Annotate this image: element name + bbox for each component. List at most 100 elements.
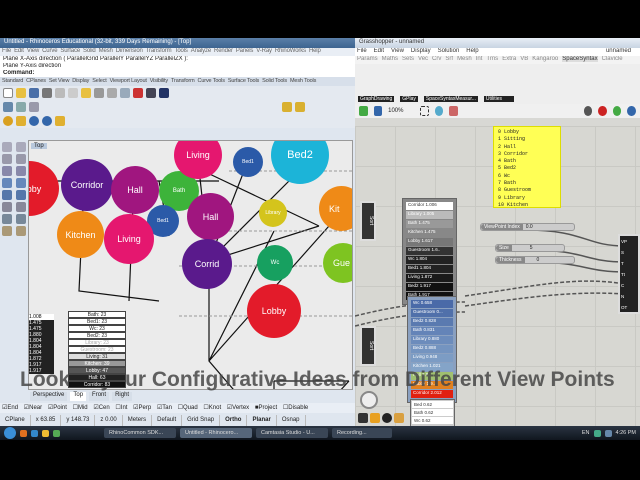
menu-mesh[interactable]: Mesh xyxy=(99,48,113,54)
tab-surface-tools[interactable]: Surface Tools xyxy=(228,78,259,84)
zoom-extents-icon[interactable] xyxy=(419,106,429,116)
sphere-icon[interactable] xyxy=(159,88,169,98)
surface-icon[interactable] xyxy=(2,178,12,188)
quicklaunch-icon[interactable] xyxy=(31,429,38,437)
menu-solid[interactable]: Solid xyxy=(83,48,96,54)
check-icon[interactable] xyxy=(16,226,26,236)
circle-icon[interactable] xyxy=(2,166,12,176)
light-icon[interactable] xyxy=(282,102,292,112)
move-icon[interactable] xyxy=(2,202,12,212)
help-icon[interactable] xyxy=(627,106,637,116)
vray-material-icon[interactable] xyxy=(16,116,26,126)
input-port[interactable]: VP xyxy=(621,236,638,247)
tab-viewport-layout[interactable]: Viewport Layout xyxy=(110,78,147,84)
gh-menu-file[interactable]: File xyxy=(357,48,367,54)
gh-tab[interactable]: Maths xyxy=(382,56,398,62)
taskbar-item-active[interactable]: Untitled - Rhinocero... xyxy=(180,428,252,438)
start-button-icon[interactable] xyxy=(4,427,16,439)
bubble-bed1-2[interactable]: Bed1 xyxy=(233,147,263,177)
paste-icon[interactable] xyxy=(81,88,91,98)
gh-tab[interactable]: Srf xyxy=(445,56,453,62)
command-prompt[interactable]: Command: xyxy=(0,70,355,77)
taskbar-item[interactable]: RhinoCommon SDK... xyxy=(104,428,176,438)
osnap-tan[interactable]: ☑Tan xyxy=(157,405,172,411)
menu-analyze[interactable]: Analyze xyxy=(191,48,211,54)
input-port[interactable]: S xyxy=(621,247,638,258)
select-icon[interactable] xyxy=(2,142,12,152)
tab-select[interactable]: Select xyxy=(92,78,107,84)
menu-vray[interactable]: V-Ray xyxy=(256,48,272,54)
navigation-dial-icon[interactable] xyxy=(360,391,378,409)
tab-front[interactable]: Front xyxy=(89,392,110,401)
group-gplay[interactable]: GPlay xyxy=(400,96,418,102)
layer-icon[interactable] xyxy=(3,102,13,112)
bubble-living[interactable]: Living xyxy=(104,214,154,264)
viewpoint-index-slider[interactable]: ViewPoint Index 0.0 xyxy=(480,223,575,231)
gh-tab[interactable]: Crv xyxy=(432,56,441,62)
shade-icon[interactable] xyxy=(146,88,156,98)
grid-icon[interactable] xyxy=(16,102,26,112)
rotate-icon[interactable] xyxy=(16,202,26,212)
quicklaunch-icon[interactable] xyxy=(53,429,60,437)
osnap-vertex[interactable]: ☑Vertex xyxy=(227,405,249,411)
tab-visibility[interactable]: Visibility xyxy=(150,78,168,84)
arc-icon[interactable] xyxy=(16,166,26,176)
zoom-icon[interactable] xyxy=(120,88,130,98)
cut-icon[interactable] xyxy=(55,88,65,98)
menu-curve[interactable]: Curve xyxy=(42,48,57,54)
taskbar-item[interactable]: Camtasia Studio - U... xyxy=(256,428,328,438)
bubble-wc[interactable]: Wc xyxy=(257,245,293,281)
thickness-slider[interactable]: Thickness 0 xyxy=(495,256,575,264)
sorted-list-1[interactable]: Corridor 1.006 Library 1.005 Bath 1.475 … xyxy=(402,198,457,305)
menu-view[interactable]: View xyxy=(27,48,39,54)
bubble-corridor-2[interactable]: Corrid xyxy=(182,239,232,289)
viewpoint-component[interactable]: VP S T Tt C N OT xyxy=(618,234,640,314)
osnap-knot[interactable]: ☐Knot xyxy=(203,405,221,411)
group-graphdrawing[interactable]: GraphDrawing xyxy=(358,96,395,102)
tab-curve-tools[interactable]: Curve Tools xyxy=(198,78,225,84)
osnap-disable[interactable]: ☐Disable xyxy=(283,405,308,411)
tab-mesh-tools[interactable]: Mesh Tools xyxy=(290,78,316,84)
taskbar-item[interactable]: Recording... xyxy=(332,428,392,438)
dimension-icon[interactable] xyxy=(2,214,12,224)
gh-tab[interactable]: Sets xyxy=(402,56,414,62)
open-icon[interactable] xyxy=(359,106,368,116)
properties-icon[interactable] xyxy=(29,102,39,112)
print-icon[interactable] xyxy=(42,88,52,98)
network-icon[interactable] xyxy=(604,429,612,437)
tab-top[interactable]: Top xyxy=(70,392,87,401)
gh-tab-clavicle[interactable]: Clavicle xyxy=(602,56,623,62)
text-icon[interactable] xyxy=(16,214,26,224)
menu-panels[interactable]: Panels xyxy=(236,48,254,54)
pan-icon[interactable] xyxy=(107,88,117,98)
vray-render-icon[interactable] xyxy=(3,116,13,126)
sort-component-1[interactable]: Sort xyxy=(360,201,376,241)
pause-icon[interactable] xyxy=(382,413,392,423)
gh-tab[interactable]: Kangaroo xyxy=(532,56,558,62)
open-folder-icon[interactable] xyxy=(16,88,26,98)
tab-transform[interactable]: Transform xyxy=(171,78,195,84)
gh-menu-display[interactable]: Display xyxy=(411,48,431,54)
bubble-kitchen[interactable]: Kitchen xyxy=(57,211,104,258)
bake-icon[interactable] xyxy=(612,106,622,116)
status-grid-snap[interactable]: Grid Snap xyxy=(182,415,221,426)
save-icon[interactable] xyxy=(373,106,383,116)
gh-menu-solution[interactable]: Solution xyxy=(438,48,460,54)
gh-menu-view[interactable]: View xyxy=(391,48,404,54)
osnap-int[interactable]: ☐Int xyxy=(115,405,127,411)
menu-transform[interactable]: Transform xyxy=(146,48,172,54)
undo-icon[interactable] xyxy=(94,88,104,98)
tray-icon[interactable] xyxy=(593,429,601,437)
osnap-mid[interactable]: ☐Mid xyxy=(73,405,88,411)
bubble-lobby-2[interactable]: Lobby xyxy=(247,284,301,338)
input-port[interactable]: OT xyxy=(621,302,638,313)
menu-help[interactable]: Help xyxy=(309,48,321,54)
gh-menu-help[interactable]: Help xyxy=(466,48,478,54)
gh-document-name[interactable]: unnamed xyxy=(606,48,631,54)
osnap-near[interactable]: ☑Near xyxy=(24,405,42,411)
osnap-perp[interactable]: ☑Perp xyxy=(133,405,151,411)
menu-surface[interactable]: Surface xyxy=(60,48,80,54)
box-icon[interactable] xyxy=(2,190,12,200)
analyze-icon[interactable] xyxy=(2,226,12,236)
clock[interactable]: 4:26 PM xyxy=(616,430,636,436)
